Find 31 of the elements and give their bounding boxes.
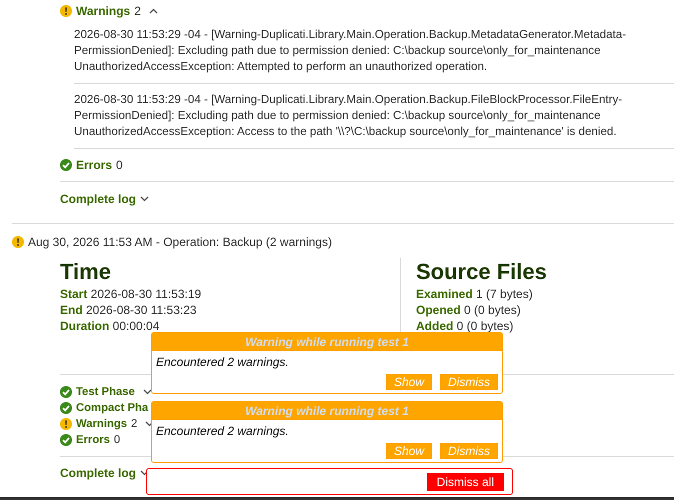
count-text: 0 (114, 433, 120, 448)
stat-line: Examined 1 (7 bytes) (416, 286, 534, 302)
toast-title: Warning while running test 1 (152, 333, 502, 351)
entry-title[interactable]: Aug 30, 2026 11:53 AM - Operation: Backup (2 warnings) (28, 234, 332, 250)
count-text: 0 (116, 157, 123, 173)
toast-message: Encountered 2 warnings. (156, 354, 290, 370)
stat-line: Added 0 (0 bytes) (416, 318, 514, 334)
count-text: 2 (134, 3, 141, 19)
complete-log-link[interactable]: Complete log (60, 191, 136, 207)
section-label[interactable]: Errors (76, 157, 112, 173)
count-text: 2 (131, 417, 138, 432)
section-label[interactable]: Errors (76, 432, 110, 448)
log-message: 2026-08-30 11:53:29 -04 - [Warning-Duplicati.Library.Main.Operation.Backup.FileBlockProcessor.FileEntry- PermissionDenied]: Excluding path due to permission denied: C:\backup source\only_for_maintenance UnauthorizedAccessException: Access to the path '\\?\C:\backup source\only_for_maintenance' is denied. (74, 92, 624, 140)
log-message: 2026-08-30 11:53:29 -04 - [Warning-Duplicati.Library.Main.Operation.Backup.MetadataGenerator.Metadata- PermissionDenied]: Excluding path due to permission denied: C:\backup source\only_for_maintenance UnauthorizedAccessException: Attempted to perform an unauthorized operation. (74, 27, 628, 75)
chevron-down-icon[interactable] (142, 389, 152, 395)
chevron-down-icon[interactable] (140, 196, 150, 202)
stat-line: Opened 0 (0 bytes) (416, 302, 522, 318)
complete-log-link[interactable]: Complete log (60, 465, 136, 481)
section-label[interactable]: Warnings (76, 416, 128, 432)
stat-line: End 2026-08-30 11:53:23 (60, 302, 198, 318)
toast-title: Warning while running test 1 (152, 402, 502, 420)
dismiss-all-button[interactable]: Dismiss all (426, 472, 504, 490)
section-label[interactable]: Test Phase (76, 384, 135, 400)
section-heading: Time (60, 258, 112, 286)
stat-line: Duration 00:00:04 (60, 318, 160, 334)
toast-message: Encountered 2 warnings. (156, 423, 290, 439)
section-heading: Source Files (416, 258, 548, 286)
chevron-up-icon[interactable] (148, 8, 158, 14)
section-label[interactable]: Warnings (76, 3, 130, 19)
section-label[interactable]: Compact Pha (76, 400, 148, 416)
stat-line: Start 2026-08-30 11:53:19 (60, 286, 202, 302)
